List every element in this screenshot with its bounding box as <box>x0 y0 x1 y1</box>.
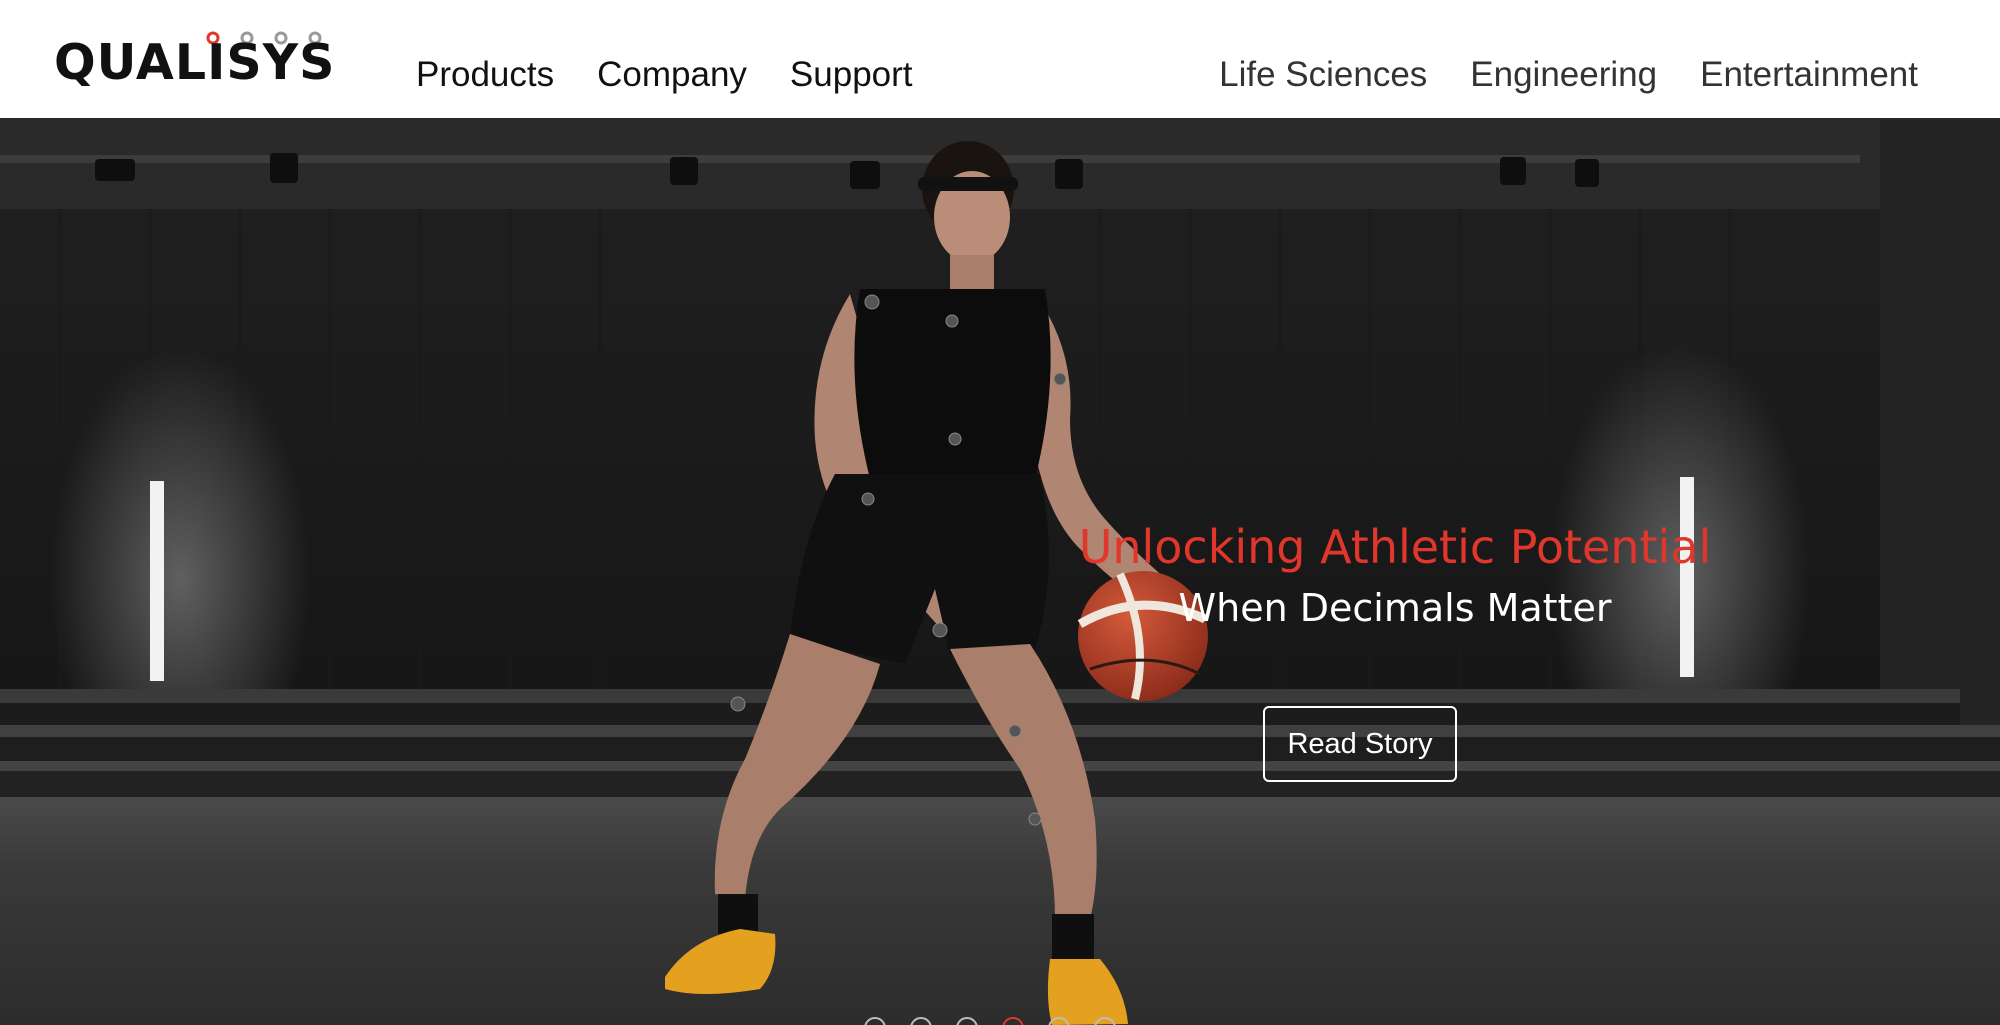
nav-engineering[interactable]: Engineering <box>1470 52 1657 98</box>
site-header: QUALISYS Products Company Support Life S… <box>0 0 2000 119</box>
nav-company[interactable]: Company <box>597 52 747 98</box>
read-story-button[interactable]: Read Story <box>1263 706 1457 782</box>
logo-wordmark: QUALISYS <box>54 34 336 91</box>
carousel-dot-4[interactable] <box>1002 1017 1024 1025</box>
nav-entertainment[interactable]: Entertainment <box>1700 52 1918 98</box>
hero-carousel: Unlocking Athletic Potential When Decima… <box>0 119 2000 1025</box>
nav-support[interactable]: Support <box>790 52 913 98</box>
carousel-pagination <box>864 1017 1140 1025</box>
segment-nav: Life Sciences Engineering Entertainment <box>1176 52 1918 98</box>
carousel-dot-3[interactable] <box>956 1017 978 1025</box>
carousel-dot-6[interactable] <box>1094 1017 1116 1025</box>
qualisys-logo[interactable]: QUALISYS <box>54 28 334 92</box>
carousel-dot-2[interactable] <box>910 1017 932 1025</box>
hero-subline: When Decimals Matter <box>1178 586 1612 630</box>
carousel-dot-5[interactable] <box>1048 1017 1070 1025</box>
primary-nav: Products Company Support <box>416 52 956 98</box>
nav-products[interactable]: Products <box>416 52 554 98</box>
nav-life-sciences[interactable]: Life Sciences <box>1219 52 1427 98</box>
carousel-dot-1[interactable] <box>864 1017 886 1025</box>
hero-headline: Unlocking Athletic Potential <box>1078 520 1712 574</box>
